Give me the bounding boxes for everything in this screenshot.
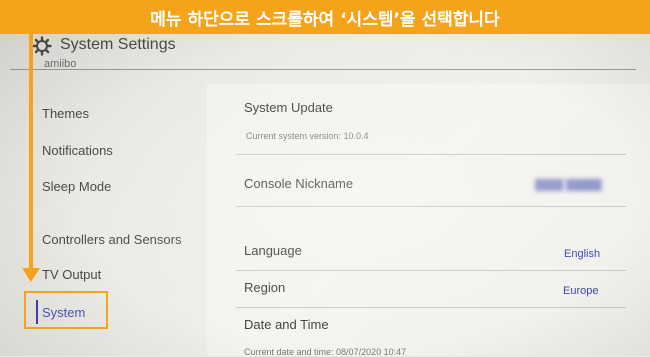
instruction-text: 메뉴 하단으로 스크롤하여 ‘시스템’을 선택합니다 [150,9,500,30]
language-value: English [564,248,601,260]
scroll-arrow-line [29,34,33,270]
console-nickname-button[interactable]: Console Nickname [244,176,353,191]
language-button[interactable]: Language [244,243,302,258]
date-and-time-button[interactable]: Date and Time [244,317,329,332]
region-button[interactable]: Region [244,280,285,295]
row-divider [236,270,626,271]
nickname-value-redacted: ████ █████ [535,180,602,191]
header-divider [10,69,636,70]
instruction-banner: 메뉴 하단으로 스크롤하여 ‘시스템’을 선택합니다 [0,0,650,34]
page-title: System Settings [60,36,176,53]
sidebar-item-tv-output[interactable]: TV Output [42,267,101,282]
row-divider [236,307,626,308]
settings-panel [207,84,650,356]
sidebar-item-controllers-and-sensors[interactable]: Controllers and Sensors [42,232,181,247]
region-value: Europe [563,285,599,297]
system-update-button[interactable]: System Update [244,100,333,115]
row-divider [236,154,626,155]
row-divider [236,206,626,207]
sidebar-item-notifications[interactable]: Notifications [42,143,113,158]
sidebar-item-amiibo[interactable]: amiibo [44,58,76,68]
gear-icon [32,36,52,56]
system-highlight-box [24,291,108,329]
sidebar-item-themes[interactable]: Themes [42,106,89,121]
arrow-down-icon [22,268,40,282]
sidebar-item-sleep-mode[interactable]: Sleep Mode [42,179,111,194]
system-version-text: Current system version: 10.0.4 [246,131,369,141]
